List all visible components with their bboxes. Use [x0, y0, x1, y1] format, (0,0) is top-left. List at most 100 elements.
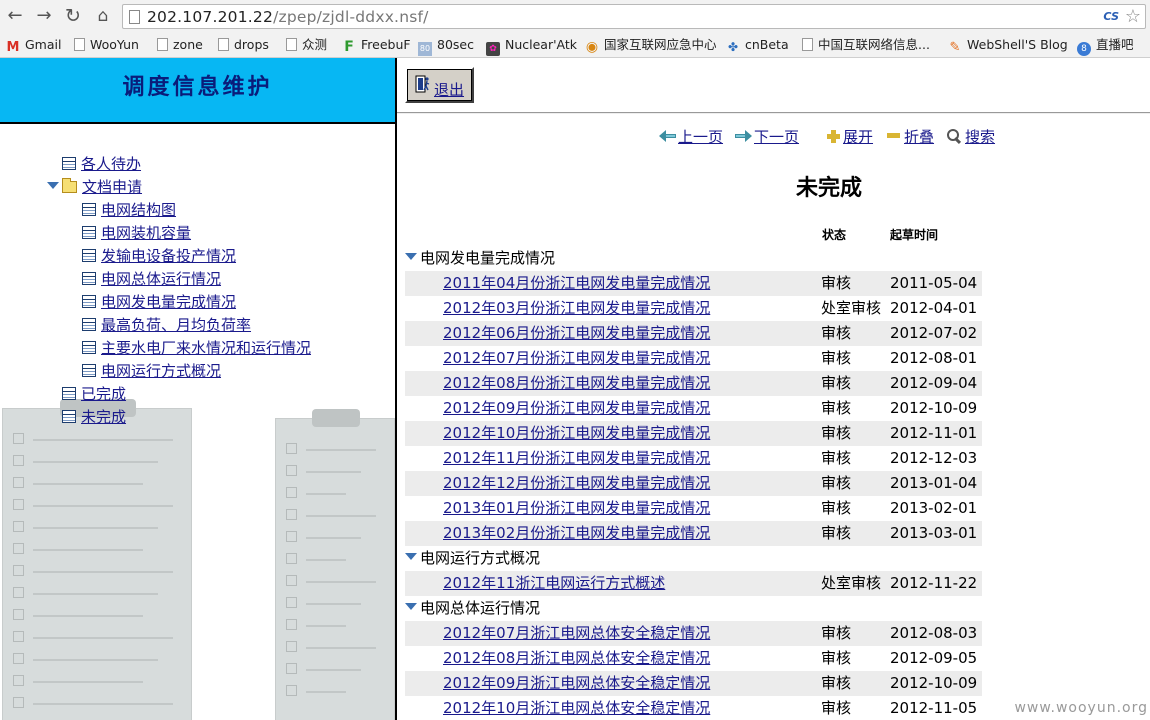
tree-item[interactable]: 文档申请 — [47, 177, 142, 199]
tree-item-link[interactable]: 电网运行方式概况 — [101, 362, 221, 380]
back-button[interactable]: ← — [4, 5, 26, 27]
tree-item[interactable]: 发输电设备投产情况 — [82, 246, 236, 268]
bookmark-12[interactable]: 8 直播吧 — [1077, 36, 1134, 56]
tree-item-link[interactable]: 未完成 — [81, 408, 126, 426]
document-link[interactable]: 2012年09月浙江电网总体安全稳定情况 — [443, 674, 710, 692]
logout-button[interactable]: 退出 — [405, 67, 474, 103]
bookmark-4[interactable]: 众测 — [286, 36, 327, 54]
bookmark-5[interactable]: F FreebuF — [342, 36, 410, 54]
tree-item-link[interactable]: 电网总体运行情况 — [101, 270, 221, 288]
document-row[interactable]: 2013年02月份浙江电网发电量完成情况 审核 2013-03-01 — [405, 521, 982, 546]
next-page-link[interactable]: 下一页 — [754, 128, 799, 146]
tree-item[interactable]: 最高负荷、月均负荷率 — [82, 315, 251, 337]
bookmark-6[interactable]: 80 80sec — [418, 36, 474, 56]
document-row[interactable]: 2012年07月浙江电网总体安全稳定情况 审核 2012-08-03 — [405, 621, 982, 646]
document-link[interactable]: 2012年08月份浙江电网发电量完成情况 — [443, 374, 710, 392]
document-row[interactable]: 2012年10月浙江电网总体安全稳定情况 审核 2012-11-05 — [405, 696, 982, 720]
document-link[interactable]: 2012年03月份浙江电网发电量完成情况 — [443, 299, 710, 317]
document-link[interactable]: 2012年10月浙江电网总体安全稳定情况 — [443, 699, 710, 717]
document-link[interactable]: 2012年10月份浙江电网发电量完成情况 — [443, 424, 710, 442]
tree-item-link[interactable]: 电网装机容量 — [101, 224, 191, 242]
tree-item[interactable]: 电网装机容量 — [82, 223, 191, 245]
next-page-button[interactable]: 下一页 — [735, 127, 799, 147]
document-row[interactable]: 2011年04月份浙江电网发电量完成情况 审核 2011-05-04 — [405, 271, 982, 296]
document-row[interactable]: 2012年08月浙江电网总体安全稳定情况 审核 2012-09-05 — [405, 646, 982, 671]
tree-item[interactable]: 已完成 — [62, 384, 126, 406]
document-link[interactable]: 2013年01月份浙江电网发电量完成情况 — [443, 499, 710, 517]
document-row[interactable]: 2013年01月份浙江电网发电量完成情况 审核 2013-02-01 — [405, 496, 982, 521]
expand-button[interactable]: 展开 — [827, 127, 873, 147]
bookmark-label: 国家互联网应急中心 — [604, 37, 717, 52]
home-button[interactable]: ⌂ — [92, 5, 114, 27]
collapse-link[interactable]: 折叠 — [904, 128, 934, 146]
view-title: 未完成 — [795, 176, 862, 201]
minus-icon — [887, 133, 900, 138]
expand-triangle-icon[interactable] — [47, 182, 59, 189]
bookmark-8[interactable]: ◉ 国家互联网应急中心 — [585, 36, 717, 54]
category-row[interactable]: 电网发电量完成情况 — [405, 246, 982, 271]
document-row[interactable]: 2012年03月份浙江电网发电量完成情况 处室审核 2012-04-01 — [405, 296, 982, 321]
tree-item-link[interactable]: 文档申请 — [82, 178, 142, 196]
bookmark-3[interactable]: drops — [218, 36, 269, 54]
tree-item[interactable]: 未完成 — [62, 407, 126, 429]
category-row[interactable]: 电网运行方式概况 — [405, 546, 982, 571]
document-row[interactable]: 2012年12月份浙江电网发电量完成情况 审核 2013-01-04 — [405, 471, 982, 496]
bookmark-0[interactable]: M Gmail — [6, 36, 62, 55]
tree-item-link[interactable]: 各人待办 — [81, 155, 141, 173]
bookmark-7[interactable]: ✿ Nuclear'Atk — [486, 36, 577, 56]
document-row[interactable]: 2012年10月份浙江电网发电量完成情况 审核 2012-11-01 — [405, 421, 982, 446]
search-button[interactable]: 搜索 — [947, 127, 995, 147]
prev-page-button[interactable]: 上一页 — [659, 127, 723, 147]
search-link[interactable]: 搜索 — [965, 128, 995, 146]
document-link[interactable]: 2012年07月份浙江电网发电量完成情况 — [443, 349, 710, 367]
tree-item-link[interactable]: 电网结构图 — [101, 201, 176, 219]
document-row[interactable]: 2012年09月份浙江电网发电量完成情况 审核 2012-10-09 — [405, 396, 982, 421]
collapse-triangle-icon[interactable] — [405, 253, 417, 260]
tree-item[interactable]: 各人待办 — [62, 154, 141, 176]
url-text[interactable]: 202.107.201.22/zpep/zjdl-ddxx.nsf/ — [147, 6, 429, 28]
tree-item-link[interactable]: 最高负荷、月均负荷率 — [101, 316, 251, 334]
expand-link[interactable]: 展开 — [843, 128, 873, 146]
tree-item-link[interactable]: 主要水电厂来水情况和运行情况 — [101, 339, 311, 357]
document-row[interactable]: 2012年07月份浙江电网发电量完成情况 审核 2012-08-01 — [405, 346, 982, 371]
bookmark-2[interactable]: zone — [157, 36, 203, 54]
document-link[interactable]: 2012年12月份浙江电网发电量完成情况 — [443, 474, 710, 492]
collapse-triangle-icon[interactable] — [405, 553, 417, 560]
collapse-button[interactable]: 折叠 — [887, 127, 934, 147]
document-row[interactable]: 2012年08月份浙江电网发电量完成情况 审核 2012-09-04 — [405, 371, 982, 396]
document-row[interactable]: 2012年09月浙江电网总体安全稳定情况 审核 2012-10-09 — [405, 671, 982, 696]
document-row[interactable]: 2012年06月份浙江电网发电量完成情况 审核 2012-07-02 — [405, 321, 982, 346]
document-link[interactable]: 2012年09月份浙江电网发电量完成情况 — [443, 399, 710, 417]
reload-button[interactable]: ↻ — [62, 5, 84, 27]
document-link[interactable]: 2012年07月浙江电网总体安全稳定情况 — [443, 624, 710, 642]
tree-item-link[interactable]: 发输电设备投产情况 — [101, 247, 236, 265]
bookmark-1[interactable]: WooYun — [74, 36, 139, 54]
prev-page-link[interactable]: 上一页 — [678, 128, 723, 146]
document-row[interactable]: 2012年11月份浙江电网发电量完成情况 审核 2012-12-03 — [405, 446, 982, 471]
document-link[interactable]: 2012年11浙江电网运行方式概述 — [443, 574, 665, 592]
tree-item[interactable]: 主要水电厂来水情况和运行情况 — [82, 338, 311, 360]
bookmark-11[interactable]: ✎ WebShell'S Blog — [948, 36, 1068, 55]
document-date: 2012-08-01 — [890, 349, 978, 367]
tree-item[interactable]: 电网结构图 — [82, 200, 176, 222]
tree-item[interactable]: 电网总体运行情况 — [82, 269, 221, 291]
document-link[interactable]: 2013年02月份浙江电网发电量完成情况 — [443, 524, 710, 542]
document-link[interactable]: 2011年04月份浙江电网发电量完成情况 — [443, 274, 710, 292]
document-row[interactable]: 2012年11浙江电网运行方式概述 处室审核 2012-11-22 — [405, 571, 982, 596]
tree-item[interactable]: 电网运行方式概况 — [82, 361, 221, 383]
document-link[interactable]: 2012年06月份浙江电网发电量完成情况 — [443, 324, 710, 342]
document-link[interactable]: 2012年08月浙江电网总体安全稳定情况 — [443, 649, 710, 667]
forward-button[interactable]: → — [33, 5, 55, 27]
category-row[interactable]: 电网总体运行情况 — [405, 596, 982, 621]
bookmark-10[interactable]: 中国互联网络信息... — [802, 36, 930, 54]
document-link[interactable]: 2012年11月份浙江电网发电量完成情况 — [443, 449, 710, 467]
address-bar[interactable]: 202.107.201.22/zpep/zjdl-ddxx.nsf/ CS ☆ — [122, 4, 1146, 29]
tree-item-link[interactable]: 电网发电量完成情况 — [101, 293, 236, 311]
tree-item[interactable]: 电网发电量完成情况 — [82, 292, 236, 314]
bookmark-star-icon[interactable]: ☆ — [1125, 6, 1141, 27]
document-icon — [82, 272, 96, 285]
tree-item-link[interactable]: 已完成 — [81, 385, 126, 403]
collapse-triangle-icon[interactable] — [405, 603, 417, 610]
bookmark-9[interactable]: ✤ cnBeta — [726, 36, 789, 54]
cs-extension-icon[interactable]: CS — [1103, 10, 1119, 23]
